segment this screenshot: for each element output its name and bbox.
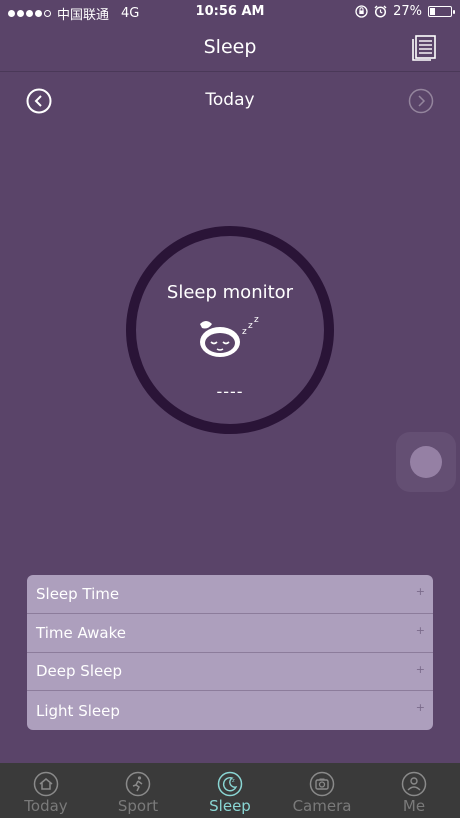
- person-icon: [401, 771, 427, 797]
- svg-text:z: z: [248, 321, 253, 331]
- page-title: Sleep: [203, 36, 257, 58]
- tab-label: Sleep: [209, 797, 251, 815]
- battery-icon: [428, 6, 455, 17]
- floating-button-core: [410, 446, 442, 478]
- expand-icon: +: [415, 585, 425, 598]
- sleeping-face-icon: z z z: [200, 315, 259, 357]
- stat-label: Time Awake: [36, 623, 126, 642]
- sleep-monitor-title: Sleep monitor: [166, 282, 294, 303]
- stat-row-deep-sleep[interactable]: Deep Sleep +: [27, 653, 433, 692]
- tab-label: Camera: [292, 797, 352, 815]
- tab-label: Today: [24, 797, 68, 815]
- tab-label: Me: [402, 797, 426, 815]
- stat-label: Deep Sleep: [36, 662, 122, 681]
- sleep-monitor-ring: Sleep monitor z z z ----: [126, 226, 334, 434]
- moon-icon: z: [217, 771, 243, 797]
- stat-row-time-awake[interactable]: Time Awake +: [27, 614, 433, 653]
- tab-today[interactable]: Today: [0, 763, 92, 818]
- tab-me[interactable]: Me: [368, 763, 460, 818]
- expand-icon: +: [415, 662, 425, 676]
- svg-text:z: z: [242, 327, 247, 337]
- stat-label: Light Sleep: [36, 701, 120, 720]
- svg-text:z: z: [232, 778, 235, 784]
- floating-assistive-button[interactable]: [396, 432, 456, 492]
- date-navigation: Today: [0, 86, 460, 118]
- stat-row-light-sleep[interactable]: Light Sleep +: [27, 691, 433, 730]
- date-label: Today: [205, 90, 255, 110]
- stat-label: Sleep Time: [36, 584, 120, 603]
- expand-icon: +: [415, 701, 425, 715]
- runner-icon: [125, 771, 151, 797]
- next-day-button[interactable]: [408, 88, 434, 114]
- home-icon: [33, 771, 59, 797]
- tab-label: Sport: [117, 797, 159, 815]
- svg-text:z: z: [254, 315, 259, 325]
- status-bar: 中国联通 4G 10:56 AM 27%: [0, 0, 460, 26]
- tab-sport[interactable]: Sport: [92, 763, 184, 818]
- expand-icon: +: [415, 623, 425, 637]
- document-list-icon[interactable]: [410, 33, 438, 61]
- tab-bar: Today Sport z Sleep Camera Me: [0, 763, 460, 818]
- nav-bar: Sleep: [0, 26, 460, 72]
- sleep-monitor-value: ----: [216, 382, 244, 401]
- tab-camera[interactable]: Camera: [276, 763, 368, 818]
- sleep-stats-list: Sleep Time + Time Awake + Deep Sleep + L…: [27, 575, 433, 730]
- camera-icon: [309, 771, 335, 797]
- tab-sleep[interactable]: z Sleep: [184, 763, 276, 818]
- alarm-clock-icon: [374, 5, 387, 18]
- stat-row-sleep-time[interactable]: Sleep Time +: [27, 575, 433, 614]
- orientation-lock-icon: [355, 5, 368, 18]
- battery-percent: 27%: [393, 4, 422, 19]
- status-right: 27%: [355, 4, 455, 19]
